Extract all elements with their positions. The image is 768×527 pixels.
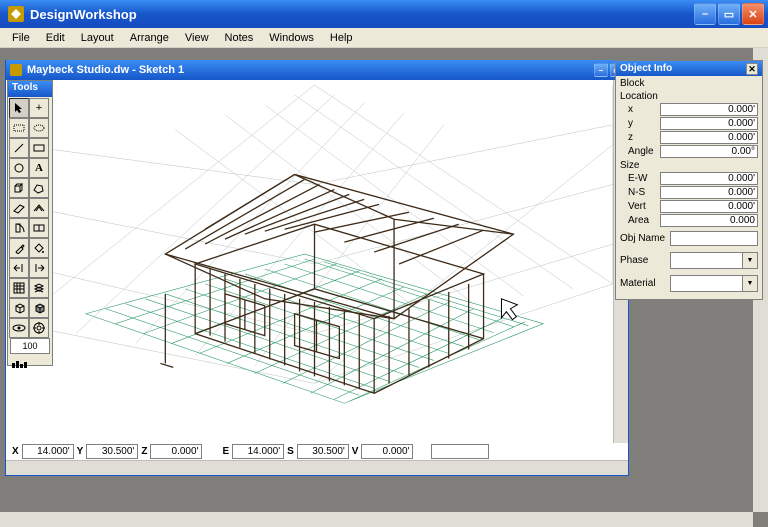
info-vert-label: Vert bbox=[620, 201, 660, 212]
info-phase-dropdown[interactable] bbox=[670, 252, 758, 269]
coord-y-label: Y bbox=[75, 446, 86, 457]
tool-text[interactable]: A bbox=[29, 158, 49, 178]
minimize-button[interactable]: – bbox=[694, 3, 716, 25]
tool-marquee-rect[interactable] bbox=[9, 118, 29, 138]
app-icon bbox=[8, 6, 24, 22]
tool-view-eye[interactable] bbox=[9, 318, 29, 338]
coord-x-value[interactable]: 14.000' bbox=[22, 444, 74, 459]
menu-file[interactable]: File bbox=[4, 30, 38, 46]
tool-arrow[interactable] bbox=[9, 98, 29, 118]
menubar: File Edit Layout Arrange View Notes Wind… bbox=[0, 28, 768, 48]
info-area-label: Area bbox=[620, 215, 660, 226]
menu-layout[interactable]: Layout bbox=[73, 30, 122, 46]
coordinate-bar: X 14.000' Y 30.500' Z 0.000' E 14.000' S… bbox=[6, 443, 628, 460]
info-material-label: Material bbox=[620, 278, 670, 289]
tool-nav-left[interactable] bbox=[9, 258, 29, 278]
menu-windows[interactable]: Windows bbox=[261, 30, 322, 46]
doc-body: X 14.000' Y 30.500' Z 0.000' E 14.000' S… bbox=[6, 80, 628, 475]
tool-door[interactable] bbox=[9, 218, 29, 238]
tool-circle[interactable] bbox=[9, 158, 29, 178]
info-vert-value[interactable]: 0.000' bbox=[660, 200, 758, 213]
tool-marquee-ellipse[interactable] bbox=[29, 118, 49, 138]
coord-v-value[interactable]: 0.000' bbox=[361, 444, 413, 459]
coord-x-label: X bbox=[10, 446, 21, 457]
menu-help[interactable]: Help bbox=[322, 30, 361, 46]
tool-window[interactable] bbox=[29, 218, 49, 238]
coord-z-value[interactable]: 0.000' bbox=[150, 444, 202, 459]
coord-e-label: E bbox=[220, 446, 231, 457]
tools-palette[interactable]: Tools + A 100 bbox=[7, 80, 53, 366]
tools-title[interactable]: Tools bbox=[8, 81, 52, 97]
coord-s-value[interactable]: 30.500' bbox=[297, 444, 349, 459]
close-button[interactable]: ✕ bbox=[742, 3, 764, 25]
coord-y-value[interactable]: 30.500' bbox=[86, 444, 138, 459]
cursor-icon bbox=[501, 299, 517, 320]
app-title: DesignWorkshop bbox=[30, 7, 692, 22]
coord-z-label: Z bbox=[139, 446, 149, 457]
info-ns-label: N-S bbox=[620, 187, 660, 198]
info-objname-label: Obj Name bbox=[620, 233, 670, 244]
window-titlebar: DesignWorkshop – ▭ ✕ bbox=[0, 0, 768, 28]
menu-arrange[interactable]: Arrange bbox=[122, 30, 177, 46]
info-x-value[interactable]: 0.000' bbox=[660, 103, 758, 116]
tool-paint[interactable] bbox=[29, 238, 49, 258]
doc-icon bbox=[10, 64, 22, 76]
info-phase-label: Phase bbox=[620, 255, 670, 266]
info-z-label: z bbox=[620, 132, 660, 143]
model-wireframe bbox=[16, 85, 613, 443]
info-area-value[interactable]: 0.000 bbox=[660, 214, 758, 227]
object-info-close-button[interactable]: ✕ bbox=[746, 63, 758, 75]
info-block-label: Block bbox=[616, 76, 762, 89]
info-x-label: x bbox=[620, 104, 660, 115]
document-window: Maybeck Studio.dw - Sketch 1 – ▭ bbox=[5, 60, 629, 476]
info-y-label: y bbox=[620, 118, 660, 129]
tool-line[interactable] bbox=[9, 138, 29, 158]
doc-minimize-button[interactable]: – bbox=[594, 63, 608, 77]
coord-s-label: S bbox=[285, 446, 296, 457]
tool-zoom-spinner[interactable]: 100 bbox=[10, 338, 50, 354]
doc-hscrollbar[interactable] bbox=[6, 460, 628, 475]
tool-histogram[interactable] bbox=[10, 355, 50, 363]
info-angle-label: Angle bbox=[620, 146, 660, 157]
coord-e-value[interactable]: 14.000' bbox=[232, 444, 284, 459]
info-y-value[interactable]: 0.000' bbox=[660, 117, 758, 130]
info-ns-value[interactable]: 0.000' bbox=[660, 186, 758, 199]
info-size-label: Size bbox=[616, 158, 762, 171]
info-ew-value[interactable]: 0.000' bbox=[660, 172, 758, 185]
doc-title: Maybeck Studio.dw - Sketch 1 bbox=[27, 64, 592, 76]
tool-grid-b[interactable] bbox=[29, 278, 49, 298]
info-z-value[interactable]: 0.000' bbox=[660, 131, 758, 144]
tool-nav-right[interactable] bbox=[29, 258, 49, 278]
info-objname-input[interactable] bbox=[670, 231, 758, 246]
tool-grid-a[interactable] bbox=[9, 278, 29, 298]
coord-extra-value[interactable] bbox=[431, 444, 489, 459]
tool-cube-b[interactable] bbox=[29, 298, 49, 318]
tool-roof[interactable] bbox=[29, 198, 49, 218]
tool-wall[interactable] bbox=[9, 198, 29, 218]
app-hscrollbar[interactable] bbox=[0, 512, 753, 527]
menu-edit[interactable]: Edit bbox=[38, 30, 73, 46]
maximize-button[interactable]: ▭ bbox=[718, 3, 740, 25]
tool-eyedropper[interactable] bbox=[9, 238, 29, 258]
tool-rect[interactable] bbox=[29, 138, 49, 158]
tool-crosshair[interactable]: + bbox=[29, 98, 49, 118]
menu-view[interactable]: View bbox=[177, 30, 217, 46]
tool-view-target[interactable] bbox=[29, 318, 49, 338]
menu-notes[interactable]: Notes bbox=[217, 30, 262, 46]
viewport-3d[interactable] bbox=[16, 85, 613, 443]
tool-polyblock[interactable] bbox=[29, 178, 49, 198]
tool-cube-a[interactable] bbox=[9, 298, 29, 318]
info-ew-label: E-W bbox=[620, 173, 660, 184]
tool-box3d[interactable] bbox=[9, 178, 29, 198]
client-area: Maybeck Studio.dw - Sketch 1 – ▭ bbox=[0, 48, 768, 527]
info-location-label: Location bbox=[616, 89, 762, 102]
object-info-panel[interactable]: Object Info ✕ Block Location x0.000' y0.… bbox=[615, 60, 763, 300]
info-material-dropdown[interactable] bbox=[670, 275, 758, 292]
info-angle-value[interactable]: 0.00° bbox=[660, 145, 758, 158]
object-info-title[interactable]: Object Info ✕ bbox=[616, 61, 762, 76]
doc-titlebar[interactable]: Maybeck Studio.dw - Sketch 1 – ▭ bbox=[6, 60, 628, 80]
coord-v-label: V bbox=[350, 446, 361, 457]
